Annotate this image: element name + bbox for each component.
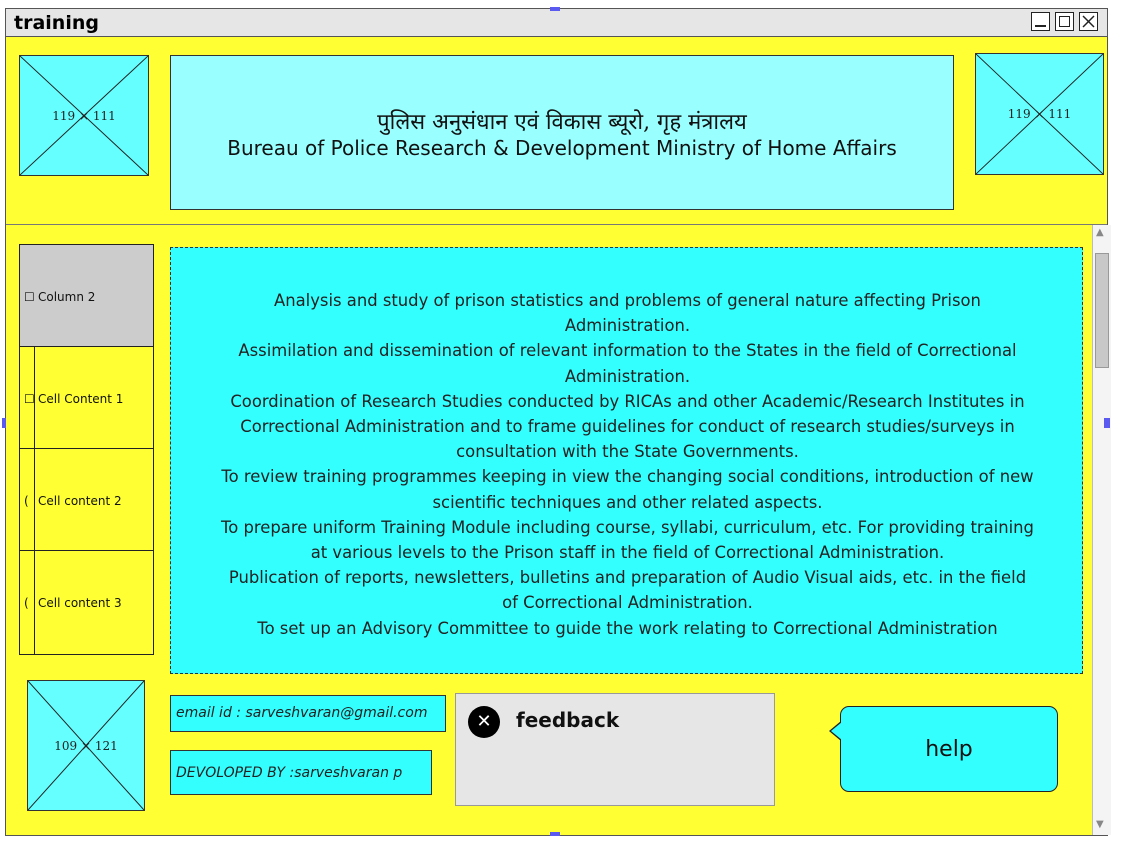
close-button[interactable]	[1079, 12, 1098, 31]
table-cell-label: Cell content 3	[38, 596, 122, 610]
scroll-up-icon[interactable]: ▲	[1096, 227, 1104, 238]
image-size-label: 119 × 111	[1007, 107, 1072, 121]
vertical-scrollbar[interactable]: ▲ ▼	[1092, 225, 1111, 835]
header-hindi-title: पुलिस अनुसंधान एवं विकास ब्यूरो, गृह मंत…	[377, 110, 747, 135]
sidebar-table[interactable]: ☐ Column 2 ☐ Cell Content 1 ( Cell conte…	[19, 244, 154, 655]
checkbox-icon[interactable]: ☐	[24, 392, 35, 406]
close-circle-icon[interactable]: ✕	[468, 706, 500, 738]
table-header-row[interactable]: ☐ Column 2	[20, 245, 153, 347]
logo-left-placeholder: 119 × 111	[19, 55, 149, 176]
table-row[interactable]: ( Cell content 2	[20, 449, 153, 551]
content-line: Assimilation and dissemination of releva…	[238, 341, 1017, 386]
content-line: Coordination of Research Studies conduct…	[230, 391, 1025, 462]
help-label: help	[925, 737, 973, 762]
table-header-label: Column 2	[38, 290, 96, 304]
feedback-label: feedback	[516, 708, 620, 732]
feedback-panel[interactable]: ✕ feedback	[455, 693, 775, 806]
table-cell-label: Cell content 2	[38, 494, 122, 508]
content-line: Analysis and study of prison statistics …	[274, 291, 981, 336]
image-size-label: 109 × 121	[54, 738, 118, 753]
content-line: To set up an Advisory Committee to guide…	[257, 618, 998, 638]
radio-icon[interactable]: (	[24, 596, 29, 610]
table-row[interactable]: ( Cell content 3	[20, 551, 153, 653]
resize-handle-left[interactable]	[2, 418, 6, 428]
resize-handle-right[interactable]	[1104, 418, 1110, 428]
image-size-label: 119 × 111	[52, 108, 116, 123]
window-title: training	[14, 12, 99, 34]
logo-right-placeholder: 119 × 111	[975, 53, 1104, 175]
title-bar: training	[6, 9, 1107, 37]
maximize-button[interactable]	[1055, 12, 1074, 31]
app-window: training 119 × 111 पुलिस अनुसंधान एवं वि…	[5, 8, 1111, 836]
help-button[interactable]: help	[829, 706, 1058, 792]
scroll-down-icon[interactable]: ▼	[1096, 819, 1104, 830]
close-icon	[1082, 15, 1095, 28]
content-line: To review training programmes keeping in…	[221, 467, 1034, 512]
table-row[interactable]: ☐ Cell Content 1	[20, 347, 153, 449]
checkbox-icon[interactable]: ☐	[24, 290, 35, 304]
footer-image-placeholder: 109 × 121	[27, 680, 145, 811]
minimize-button[interactable]	[1031, 12, 1050, 31]
resize-handle-top[interactable]	[550, 7, 560, 11]
content-line: To prepare uniform Training Module inclu…	[221, 517, 1034, 563]
email-label: email id : sarveshvaran@gmail.com	[170, 695, 446, 732]
content-line: Publication of reports, newsletters, bul…	[228, 568, 1027, 613]
header-english-title: Bureau of Police Research & Development …	[227, 136, 897, 160]
header-banner: पुलिस अनुसंधान एवं विकास ब्यूरो, गृह मंत…	[170, 55, 954, 210]
content-panel: Analysis and study of prison statistics …	[170, 247, 1083, 674]
content-text: Analysis and study of prison statistics …	[221, 288, 1034, 641]
resize-handle-bottom[interactable]	[550, 832, 560, 836]
header-divider	[6, 224, 1107, 225]
table-cell-label: Cell Content 1	[38, 392, 124, 406]
developed-by-label: DEVOLOPED BY :sarveshvaran p	[170, 750, 432, 795]
scroll-thumb[interactable]	[1095, 253, 1109, 368]
radio-icon[interactable]: (	[24, 494, 29, 508]
